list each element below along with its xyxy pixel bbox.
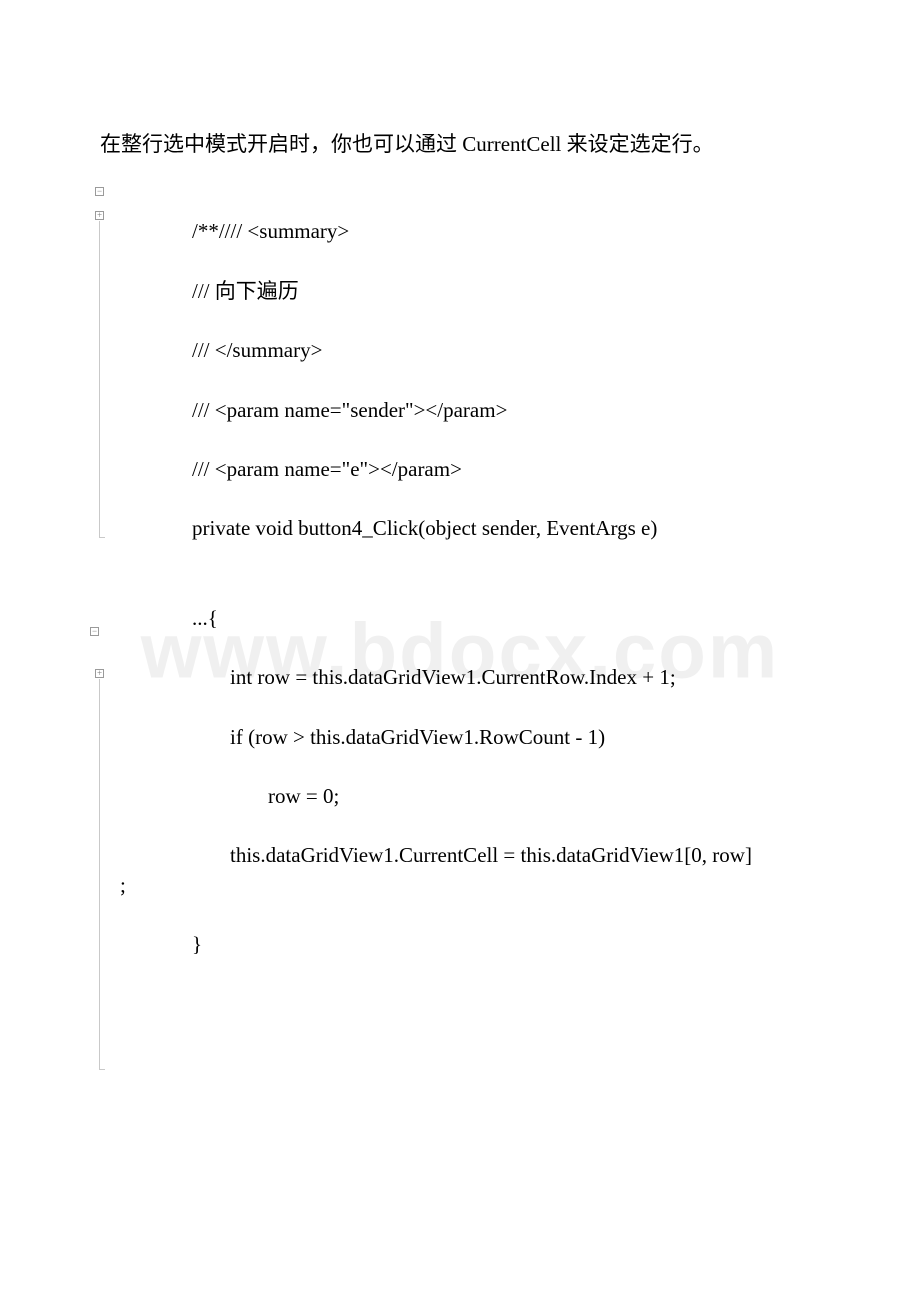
content-area: 在整行选中模式开启时，你也可以通过 CurrentCell 来设定选定行。 /*…	[100, 130, 830, 959]
code-line: private void button4_Click(object sender…	[120, 514, 830, 543]
code-line: /// <param name="sender"></param>	[120, 396, 830, 425]
code-line-continuation: ;	[120, 871, 830, 900]
code-line: /// </summary>	[120, 336, 830, 365]
blank-line	[120, 544, 830, 574]
code-line: }	[120, 930, 830, 959]
code-line: ...{	[120, 604, 830, 633]
blank-line	[120, 187, 830, 217]
fold-plus-icon[interactable]	[95, 669, 104, 678]
blank-line	[120, 633, 830, 663]
fold-minus-icon[interactable]	[90, 627, 99, 636]
blank-line	[120, 693, 830, 723]
code-line: /**//// <summary>	[120, 217, 830, 246]
gutter-corner	[99, 537, 105, 538]
gutter-line	[99, 221, 100, 537]
blank-line	[120, 484, 830, 514]
document-page: www.bdocx.com 在整行选中模式开启时，你也可以通过 CurrentC…	[0, 0, 920, 1302]
gutter-corner	[99, 1069, 105, 1070]
code-line: this.dataGridView1.CurrentCell = this.da…	[120, 841, 830, 870]
fold-minus-icon[interactable]	[95, 187, 104, 196]
blank-line	[120, 247, 830, 277]
code-line: row = 0;	[120, 782, 830, 811]
fold-plus-icon[interactable]	[95, 211, 104, 220]
code-line: /// <param name="e"></param>	[120, 455, 830, 484]
blank-line	[120, 811, 830, 841]
code-line: int row = this.dataGridView1.CurrentRow.…	[120, 663, 830, 692]
gutter-line	[99, 679, 100, 1069]
blank-line	[120, 752, 830, 782]
blank-line	[120, 900, 830, 930]
blank-line	[120, 306, 830, 336]
fold-gutter	[95, 187, 109, 959]
blank-line	[120, 425, 830, 455]
blank-line	[120, 574, 830, 604]
intro-paragraph: 在整行选中模式开启时，你也可以通过 CurrentCell 来设定选定行。	[100, 130, 830, 159]
code-line: /// 向下遍历	[120, 277, 830, 306]
code-block: /**//// <summary> /// 向下遍历 /// </summary…	[100, 187, 830, 959]
code-line: if (row > this.dataGridView1.RowCount - …	[120, 723, 830, 752]
blank-line	[120, 366, 830, 396]
